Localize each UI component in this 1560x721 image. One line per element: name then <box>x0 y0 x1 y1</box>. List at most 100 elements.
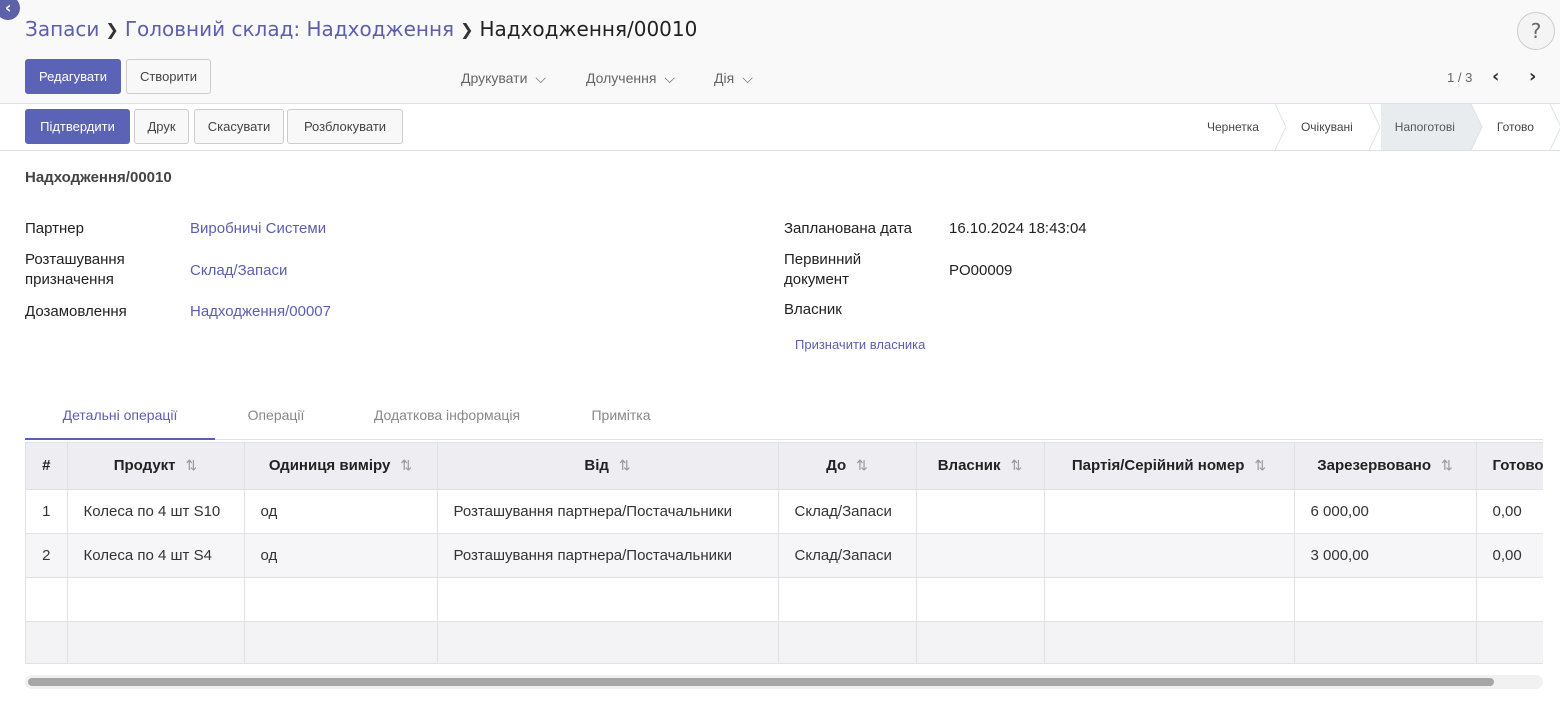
column-header-label: Від <box>584 457 609 475</box>
table-row[interactable]: 1 Колеса по 4 шт S10 од Розташування пар… <box>26 489 1543 534</box>
notebook-tabs: Детальні операції Операції Додаткова інф… <box>25 394 1543 440</box>
create-button[interactable]: Створити <box>126 59 211 94</box>
column-header-index: # <box>26 443 68 490</box>
stage-1[interactable]: Очікувані <box>1287 104 1369 150</box>
column-header-label: Зарезервовано <box>1317 457 1432 475</box>
stage-3[interactable]: Готово <box>1483 104 1550 150</box>
row-index: 1 <box>26 489 68 534</box>
scrollbar-thumb[interactable] <box>28 678 1494 686</box>
sort-icon: ⇅ <box>1010 457 1023 474</box>
chevron-right-icon: ❯ <box>460 20 474 39</box>
tab-note[interactable]: Примітка <box>557 394 685 440</box>
row-reserved[interactable]: 6 000,00 <box>1294 489 1477 534</box>
sort-icon: ⇅ <box>1441 457 1453 474</box>
row-lot[interactable] <box>1044 533 1295 578</box>
column-header-done[interactable]: Готово <box>1476 443 1543 490</box>
print-dropdown[interactable]: Друкувати ⌵ <box>461 70 546 87</box>
column-header-label: Одиниця виміру <box>268 457 391 475</box>
column-header-lot[interactable]: Партія/Серійний номер ⇅ <box>1044 443 1295 490</box>
row-owner[interactable] <box>916 533 1045 578</box>
back-arrow-icon[interactable]: ‹ <box>0 0 20 20</box>
cancel-button[interactable]: Скасувати <box>194 109 284 144</box>
print-dropdown-label: Друкувати <box>461 70 528 86</box>
source-document-field[interactable]: PO00009 <box>949 262 1012 279</box>
stage-list: Чернетка Очікувані Напоготові Готово <box>1193 104 1560 150</box>
table-header-row: # Продукт ⇅ Одиниця виміру ⇅ Від ⇅ До ⇅ Влас… <box>26 443 1543 490</box>
confirm-button[interactable]: Підтвердити <box>25 109 130 144</box>
breadcrumb-item-receipts[interactable]: Головний склад: Надходження <box>125 17 454 41</box>
unlock-button[interactable]: Розблокувати <box>287 109 403 144</box>
breadcrumb-current: Надходження/00010 <box>479 17 698 41</box>
print-button[interactable]: Друк <box>134 109 189 144</box>
row-owner[interactable] <box>916 489 1045 534</box>
breadcrumb-item-inventory[interactable]: Запаси <box>25 17 99 41</box>
sort-icon: ⇅ <box>856 457 868 474</box>
chevron-down-icon: ⌵ <box>742 70 753 86</box>
stage-separator <box>1470 104 1483 150</box>
row-index: 2 <box>26 533 68 578</box>
stage-0[interactable]: Чернетка <box>1193 104 1275 150</box>
row-done[interactable]: 0,00 <box>1476 533 1543 578</box>
pager-prev-icon[interactable]: ‹ <box>1492 66 1499 87</box>
partner-field[interactable]: Виробничі Системи <box>190 220 326 237</box>
sort-icon: ⇅ <box>618 457 631 474</box>
row-done[interactable]: 0,00 <box>1476 489 1543 534</box>
control-panel: ‹ Запаси ❯ Головний склад: Надходження ❯ Над… <box>0 0 1560 104</box>
stage-separator <box>1368 104 1381 150</box>
horizontal-scrollbar[interactable] <box>25 675 1543 689</box>
action-dropdown-label: Дія <box>714 70 735 86</box>
column-header-from[interactable]: Від ⇅ <box>437 443 779 490</box>
tab-additional-info[interactable]: Додаткова інформація <box>337 394 557 440</box>
row-to[interactable]: Склад/Запаси <box>778 489 917 534</box>
help-icon[interactable]: ? <box>1517 12 1555 50</box>
sort-icon: ⇅ <box>400 457 413 474</box>
column-header-label: Власник <box>937 457 1001 475</box>
edit-button[interactable]: Редагувати <box>25 59 121 94</box>
tab-detailed-operations[interactable]: Детальні операції <box>25 394 215 440</box>
row-product[interactable]: Колеса по 4 шт S10 <box>67 489 245 534</box>
destination-field[interactable]: Склад/Запаси <box>190 262 287 279</box>
backorder-field[interactable]: Надходження/00007 <box>190 303 331 320</box>
row-from[interactable]: Розташування партнера/Постачальники <box>437 489 779 534</box>
scheduled-date-label: Запланована дата <box>784 220 912 237</box>
chevron-down-icon: ⌵ <box>664 70 676 86</box>
stage-2[interactable]: Напоготові <box>1380 104 1471 150</box>
row-uom[interactable]: од <box>244 533 438 578</box>
tab-operations[interactable]: Операції <box>215 394 337 440</box>
backorder-label: Дозамовлення <box>25 303 127 320</box>
column-header-product[interactable]: Продукт ⇅ <box>67 443 245 490</box>
sort-icon: ⇅ <box>185 457 198 474</box>
record-title: Надходження/00010 <box>25 169 172 186</box>
scheduled-date-field[interactable]: 16.10.2024 18:43:04 <box>949 220 1087 237</box>
owner-label: Власник <box>784 301 842 318</box>
move-lines-table: # Продукт ⇅ Одиниця виміру ⇅ Від ⇅ До ⇅ Влас… <box>25 442 1543 664</box>
column-header-to[interactable]: До ⇅ <box>778 443 917 490</box>
destination-label: Розташування призначення <box>25 251 125 288</box>
column-header-label: Партія/Серійний номер <box>1071 457 1245 475</box>
chevron-right-icon: ❯ <box>105 20 119 39</box>
pager-next-icon[interactable]: › <box>1529 66 1536 87</box>
column-header-label: # <box>42 457 51 475</box>
column-header-owner[interactable]: Власник ⇅ <box>916 443 1045 490</box>
assign-owner-link[interactable]: Призначити власника <box>795 337 925 352</box>
pager-counter[interactable]: 1 / 3 <box>1447 70 1472 85</box>
column-header-uom[interactable]: Одиниця виміру ⇅ <box>244 443 438 490</box>
attachments-dropdown-label: Долучення <box>586 70 657 86</box>
table-row[interactable]: 2 Колеса по 4 шт S4 од Розташування парт… <box>26 533 1543 578</box>
stage-separator <box>1549 104 1560 150</box>
row-lot[interactable] <box>1044 489 1295 534</box>
statusbar: Підтвердити Друк Скасувати Розблокувати … <box>0 104 1560 151</box>
column-header-reserved[interactable]: Зарезервовано ⇅ <box>1294 443 1477 490</box>
source-document-label: Первинний документ <box>784 251 862 288</box>
column-header-label: До <box>826 457 847 475</box>
column-header-label: Продукт <box>113 457 176 475</box>
row-product[interactable]: Колеса по 4 шт S4 <box>67 533 245 578</box>
row-uom[interactable]: од <box>244 489 438 534</box>
row-reserved[interactable]: 3 000,00 <box>1294 533 1477 578</box>
row-to[interactable]: Склад/Запаси <box>778 533 917 578</box>
action-dropdown[interactable]: Дія ⌵ <box>714 70 753 87</box>
chevron-down-icon: ⌵ <box>535 70 547 86</box>
attachments-dropdown[interactable]: Долучення ⌵ <box>586 70 675 87</box>
row-from[interactable]: Розташування партнера/Постачальники <box>437 533 779 578</box>
table-footer-row <box>26 621 1543 663</box>
